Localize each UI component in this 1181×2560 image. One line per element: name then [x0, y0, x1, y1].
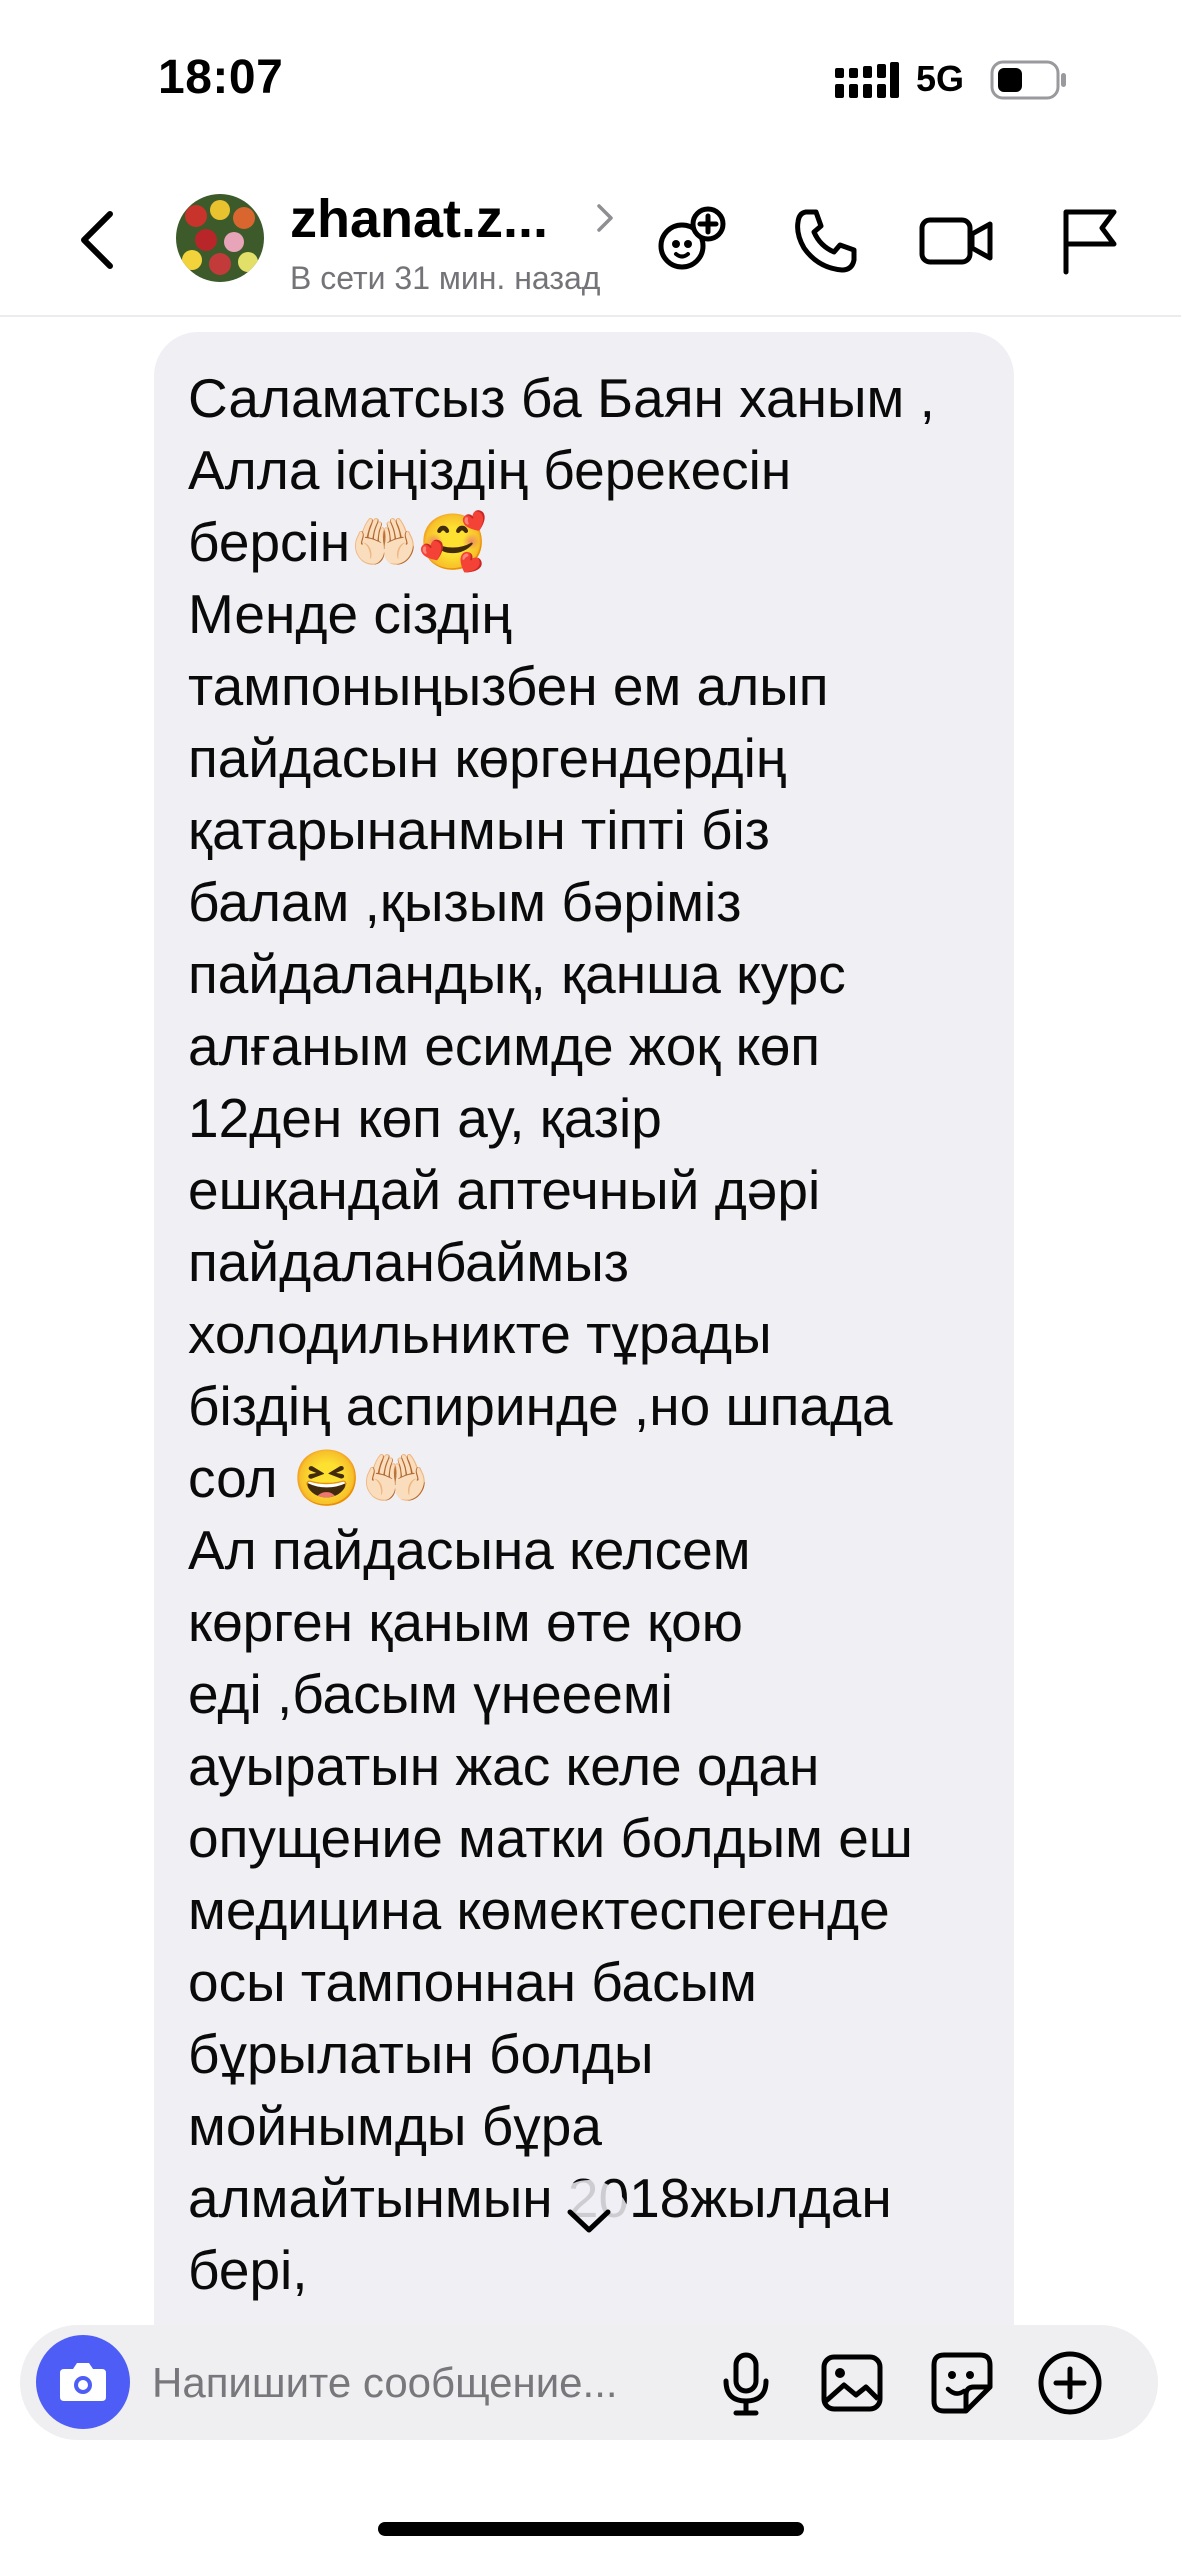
chat-header: zhanat.z... В сети 31 мин. назад: [0, 160, 1181, 317]
back-icon[interactable]: [60, 200, 140, 280]
flag-icon[interactable]: [1050, 200, 1130, 280]
message-composer: [20, 2325, 1158, 2440]
message-input[interactable]: [152, 2353, 712, 2413]
add-icon[interactable]: [1034, 2347, 1106, 2419]
message-bubble[interactable]: Саламатсыз ба Баян ханым , Алла ісіңізді…: [154, 332, 1014, 2432]
microphone-icon[interactable]: [710, 2347, 782, 2419]
battery-icon: [990, 60, 1066, 100]
gallery-icon[interactable]: [816, 2347, 888, 2419]
status-time: 18:07: [158, 51, 284, 104]
network-type: 5G: [916, 58, 965, 99]
contact-name[interactable]: zhanat.z...: [290, 188, 548, 250]
status-bar: 18:07 5G: [0, 0, 1181, 160]
phone-icon[interactable]: [786, 200, 866, 280]
sticker-icon[interactable]: [926, 2347, 998, 2419]
camera-button[interactable]: [36, 2335, 130, 2429]
video-camera-icon[interactable]: [916, 200, 996, 280]
video-effects-icon[interactable]: [652, 200, 732, 280]
signal-icon: [835, 62, 899, 98]
home-indicator: [378, 2522, 804, 2536]
message-text: Саламатсыз ба Баян ханым , Алла ісіңізді…: [188, 367, 935, 2301]
avatar[interactable]: [176, 194, 264, 282]
camera-icon: [60, 2363, 106, 2401]
scroll-down-icon[interactable]: [548, 2180, 630, 2262]
presence-status: В сети 31 мин. назад: [290, 260, 601, 296]
chevron-right-icon[interactable]: [594, 198, 618, 238]
